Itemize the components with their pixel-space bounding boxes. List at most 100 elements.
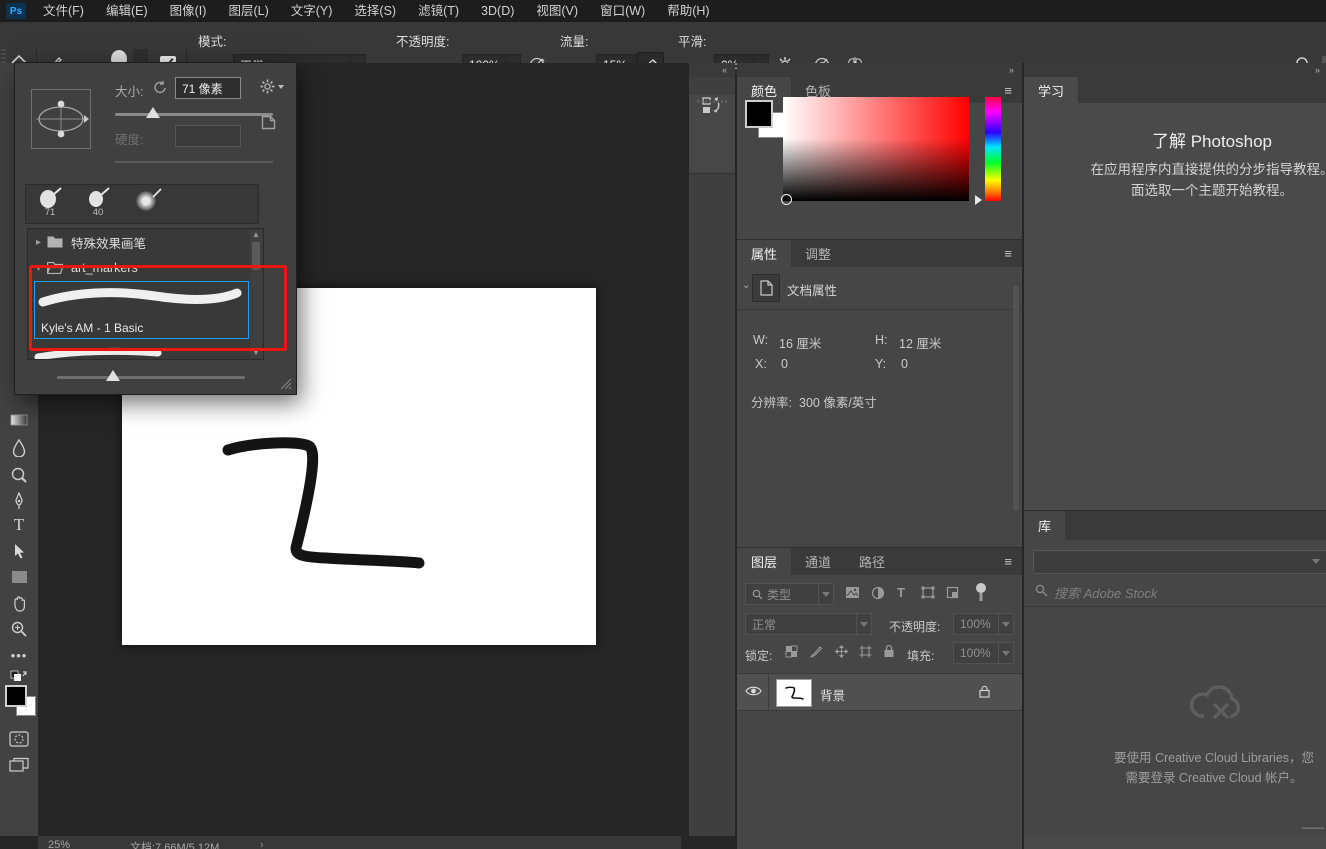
tab-layers[interactable]: 图层 [737,548,792,575]
preview-size-slider-thumb[interactable] [106,370,120,381]
height-value[interactable]: 12 厘米 [899,333,941,352]
color-foreground-swatch[interactable] [745,100,773,128]
lock-label: 锁定: [745,649,773,663]
hand-tool-icon[interactable] [9,593,29,613]
collapse-strip-arrows[interactable]: « [689,63,735,77]
brush-popup-gear-icon[interactable] [259,78,284,95]
menu-file[interactable]: 文件(F) [32,0,95,22]
menu-select[interactable]: 选择(S) [343,0,407,22]
pen-tool-icon[interactable] [9,491,29,511]
edit-toolbar-ellipsis-icon[interactable]: ••• [9,645,29,665]
hue-slider-arrow[interactable] [975,195,982,205]
popup-resize-grip[interactable] [280,378,292,390]
layer-visibility-eye-icon[interactable] [745,685,762,697]
ps-logo: Ps [6,3,26,19]
rectangle-tool-icon[interactable] [9,567,29,587]
color-panel-menu-icon[interactable]: ≡ [1004,77,1022,103]
doc-props-chevron-icon[interactable]: ⌄ [742,280,750,291]
lock-transparent-pixels-icon[interactable] [785,645,798,658]
type-tool-icon[interactable]: T [9,515,29,535]
screen-mode-icon[interactable] [9,755,29,775]
create-new-brush-icon[interactable] [261,115,276,130]
brush-angle-widget[interactable] [31,89,91,149]
expand-column-arrows[interactable]: » [737,63,1022,77]
recent-brush-soft[interactable] [122,185,170,223]
filter-type-layers-icon[interactable]: T [897,585,905,600]
properties-panel-menu-icon[interactable]: ≡ [1004,240,1022,267]
lock-artboard-icon[interactable] [859,645,872,658]
recent-brush-40[interactable]: 40 [74,185,122,223]
lock-all-icon[interactable] [883,644,895,658]
tab-learn[interactable]: 学习 [1024,77,1079,103]
gradient-tool-icon[interactable] [9,410,29,430]
menu-image[interactable]: 图像(I) [159,0,218,22]
layer-name[interactable]: 背景 [820,685,845,704]
status-bar: 25% 文档:7.66M/5.12M › [38,836,681,849]
collapsed-history-panel[interactable] [689,95,735,174]
reset-size-icon[interactable] [153,80,168,95]
tab-paths[interactable]: 路径 [845,548,899,575]
menu-view[interactable]: 视图(V) [525,0,589,22]
lock-position-icon[interactable] [835,645,848,658]
dodge-tool-icon[interactable] [9,465,29,485]
menu-window[interactable]: 窗口(W) [589,0,656,22]
quick-mask-icon[interactable] [9,729,29,749]
layers-panel-menu-icon[interactable]: ≡ [1004,548,1022,575]
resolution-value: 300 像素/英寸 [799,396,877,410]
swap-colors-icon[interactable] [9,667,29,687]
brush-group-special-effects[interactable]: ▸ 特殊效果画笔 [28,229,263,255]
tab-channels[interactable]: 通道 [791,548,845,575]
preview-size-slider[interactable] [57,376,245,379]
brush-size-slider[interactable] [115,113,273,116]
brush-size-slider-thumb[interactable] [146,107,160,118]
menu-type[interactable]: 文字(Y) [280,0,344,22]
blur-tool-icon[interactable] [9,438,29,458]
tab-adjustments[interactable]: 调整 [791,240,845,267]
status-flyout-arrow-icon[interactable]: › [260,839,264,849]
library-search-placeholder[interactable]: 搜索 Adobe Stock [1054,583,1157,602]
layer-thumbnail[interactable] [776,679,812,707]
hue-slider[interactable] [985,97,1001,201]
tab-properties[interactable]: 属性 [737,240,792,267]
y-value[interactable]: 0 [901,357,908,371]
color-picker-marker[interactable] [781,194,792,205]
layer-filter-dropdown[interactable]: 类型 [745,583,834,605]
fill-input[interactable]: 100% [953,642,1014,664]
properties-panel: 属性 调整 ≡ ⌄ 文档属性 W: 16 厘米 H: 12 厘米 X: 0 Y:… [737,239,1022,547]
color-saturation-field[interactable] [781,97,969,205]
right-panel-column: » 学习 了解 Photoshop 在应用程序内直接提供的分步指导教程。 面选取… [1024,63,1326,849]
library-select-dropdown[interactable] [1033,550,1326,574]
x-value[interactable]: 0 [781,357,788,371]
filter-shape-layers-icon[interactable] [921,586,935,599]
tab-libraries[interactable]: 库 [1024,511,1066,540]
blend-mode-dropdown[interactable]: 正常 [745,613,872,635]
scroll-up-icon[interactable]: ▲ [250,230,262,240]
collapsed-panel-strip: « [689,63,735,836]
history-panel-icon[interactable] [700,95,724,121]
menu-layer[interactable]: 图层(L) [217,0,279,22]
recent-brush-71[interactable]: 71 [26,185,74,223]
filter-pixel-layers-icon[interactable] [845,586,860,599]
group-collapsed-chevron-icon[interactable]: ▸ [36,237,41,248]
menu-help[interactable]: 帮助(H) [656,0,720,22]
learn-column-arrows[interactable]: » [1024,63,1326,77]
filter-adjustment-layers-icon[interactable] [871,586,885,600]
foreground-background-swatches[interactable] [5,685,36,717]
path-selection-tool-icon[interactable] [9,541,29,561]
zoom-tool-icon[interactable] [9,619,29,639]
zoom-level[interactable]: 25% [48,839,70,849]
learn-desc-line1: 在应用程序内直接提供的分步指导教程。 [1090,162,1326,177]
layer-opacity-input[interactable]: 100% [953,613,1014,635]
brush-size-input[interactable]: 71 像素 [175,77,241,99]
menu-edit[interactable]: 编辑(E) [95,0,159,22]
properties-scrollbar[interactable] [1013,285,1019,511]
foreground-color-swatch[interactable] [5,685,27,707]
filter-smart-objects-icon[interactable] [946,586,959,599]
layer-filter-toggle[interactable] [975,582,986,602]
width-value[interactable]: 16 厘米 [779,333,821,352]
menu-filter[interactable]: 滤镜(T) [407,0,470,22]
lock-image-pixels-icon[interactable] [810,645,823,658]
learn-desc-line2: 面选取一个主题开始教程。 [1131,183,1293,198]
layer-row-background[interactable]: 背景 [737,674,1022,710]
menu-3d[interactable]: 3D(D) [470,0,525,22]
